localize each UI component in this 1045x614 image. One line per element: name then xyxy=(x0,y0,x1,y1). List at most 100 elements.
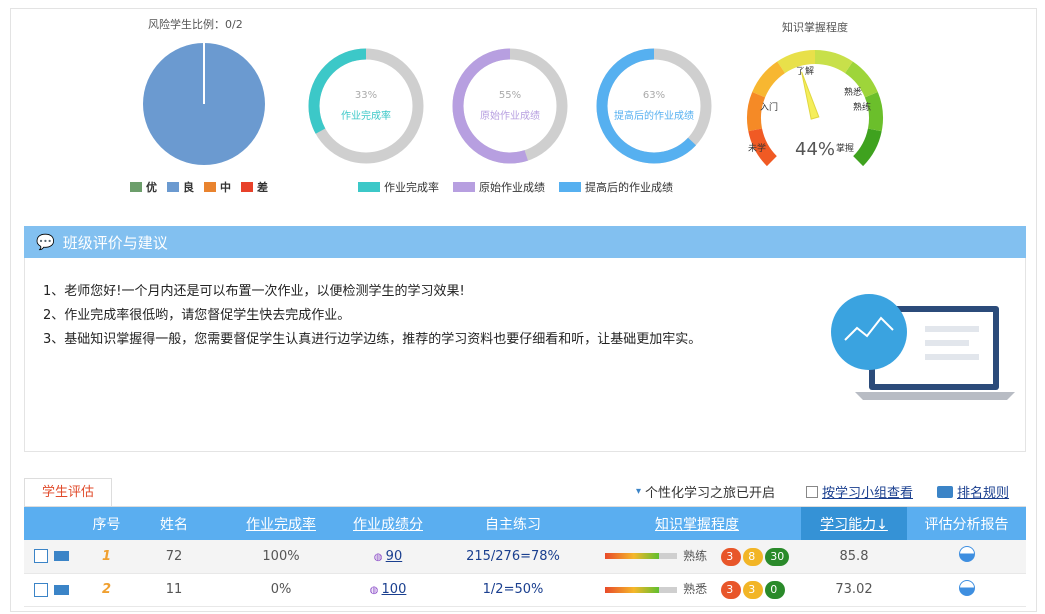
gauge-tick xyxy=(771,86,775,90)
practice-value: 215/276=78% xyxy=(433,540,593,574)
gauge-tick xyxy=(777,150,783,156)
gauge-tick xyxy=(766,138,770,141)
gauge-value: 44% xyxy=(795,139,835,160)
gauge-tick xyxy=(785,73,790,81)
col-name: 姓名 xyxy=(129,507,219,540)
donut-chart: 55% 原始作业成绩 xyxy=(452,48,568,164)
report-icon[interactable] xyxy=(958,579,975,596)
gauge-tick xyxy=(790,70,793,74)
row-checkbox[interactable] xyxy=(34,549,48,564)
col-report: 评估分析报告 xyxy=(907,507,1026,540)
gauge-tick xyxy=(765,97,773,101)
gauge-tick xyxy=(853,148,857,152)
gauge-tick xyxy=(775,81,779,85)
table-row: 1 72 100% ◍ 90 215/276=78% 熟练 3 8 30 85.8 xyxy=(24,540,1026,574)
gauge-tick xyxy=(780,77,783,81)
gauge-tick xyxy=(764,132,768,135)
ability-score: 73.02 xyxy=(801,573,907,607)
row-index: 1 xyxy=(101,548,112,564)
donut-percent: 63% xyxy=(643,90,665,101)
chart-icon: ◍ xyxy=(373,551,386,563)
report-icon[interactable] xyxy=(958,546,975,563)
gauge-tick xyxy=(862,132,866,135)
ability-score: 85.8 xyxy=(801,540,907,574)
group-checkbox[interactable] xyxy=(806,485,818,498)
gauge-tick xyxy=(851,81,855,85)
donut-label: 原始作业成绩 xyxy=(480,109,540,122)
risk-ratio-title: 风险学生比例：0/2 xyxy=(148,18,243,31)
row-index: 2 xyxy=(101,582,112,597)
badge-yellow: 3 xyxy=(743,581,764,599)
gauge-tick xyxy=(860,138,864,141)
advice-panel: 1、老师您好!一个月内还是可以布置一次作业，以便检测学生的学习效果! 2、作业完… xyxy=(24,258,1026,452)
gauge-label-l2: 入门 xyxy=(760,101,778,113)
donut-label: 提高后的作业成绩 xyxy=(614,109,694,122)
group-view-link[interactable]: 按学习小组查看 xyxy=(822,482,913,501)
gauge-tick xyxy=(802,66,804,70)
gauge-tick xyxy=(857,97,865,101)
col-ability[interactable]: 学习能力↓ xyxy=(801,507,907,540)
journey-text: 个性化学习之旅已开启 xyxy=(645,486,776,501)
student-name: 11 xyxy=(129,573,219,607)
mastery-gauge: 了解 入门 熟悉 熟练 未学 掌握 44% xyxy=(747,50,883,167)
laptop-illustration xyxy=(831,294,1015,400)
student-table: 序号 姓名 作业完成率 作业成绩分 自主练习 知识掌握程度 学习能力↓ 评估分析… xyxy=(24,507,1026,607)
gauge-title: 知识掌握程度 xyxy=(782,21,848,34)
gauge-tick xyxy=(860,126,868,129)
mastery-bar xyxy=(605,586,677,593)
advice-line: 3、基础知识掌握得一般，您需要督促学生认真进行边学边练，推荐的学习资料也要仔细看… xyxy=(43,332,702,347)
chat-icon: 💬 xyxy=(36,233,55,251)
badge-red: 3 xyxy=(721,547,742,566)
gauge-segment xyxy=(815,50,853,74)
mastery-bar xyxy=(605,553,677,560)
gauge-tick xyxy=(762,126,770,129)
gauge-label-l6: 掌握 xyxy=(836,142,854,154)
rank-rules-link[interactable]: 排名规则 xyxy=(957,482,1009,501)
tab-student-evaluation[interactable]: 学生评估 xyxy=(24,478,112,507)
section-header: 💬 班级评价与建议 xyxy=(24,226,1026,258)
gauge-tick xyxy=(847,77,850,81)
score-link[interactable]: 100 xyxy=(382,582,407,597)
gauge-label-l5: 熟练 xyxy=(853,101,871,113)
gauge-needle xyxy=(801,71,820,120)
rank-rules[interactable]: 排名规则 xyxy=(937,482,1009,501)
donut-label: 作业完成率 xyxy=(341,109,391,122)
donut-chart: 63% 提高后的作业成绩 xyxy=(596,48,712,164)
donut-percent: 55% xyxy=(499,90,521,101)
card-icon[interactable] xyxy=(54,584,69,595)
gauge-tick xyxy=(857,143,861,147)
col-completion[interactable]: 作业完成率 xyxy=(219,507,343,540)
donut-percent: 33% xyxy=(355,90,377,101)
risk-pie-chart xyxy=(143,43,265,165)
gauge-label-l3: 了解 xyxy=(796,65,814,77)
badge-yellow: 8 xyxy=(743,547,764,566)
col-mastery[interactable]: 知识掌握程度 xyxy=(593,507,801,540)
chart-icon: ◍ xyxy=(369,585,382,596)
advice-line: 1、老师您好!一个月内还是可以布置一次作业，以便检测学生的学习效果! xyxy=(43,284,465,299)
pin-icon: ▾ xyxy=(636,486,642,497)
completion-rate: 0% xyxy=(219,573,343,607)
table-row: 2 11 0% ◍ 100 1/2=50% 熟悉 330 73.02 xyxy=(24,573,1026,607)
gauge-segment xyxy=(752,61,785,98)
journey-status: ▾ 个性化学习之旅已开启 xyxy=(636,482,775,501)
rules-icon xyxy=(937,485,953,498)
mastery-level: 熟悉 xyxy=(683,582,708,596)
col-select xyxy=(24,507,84,540)
practice-value: 1/2=50% xyxy=(433,573,593,607)
gauge-segment xyxy=(853,128,882,167)
donut-chart: 33% 作业完成率 xyxy=(308,48,424,164)
score-link[interactable]: 90 xyxy=(386,549,403,564)
gauge-tick xyxy=(837,70,840,74)
student-name: 72 xyxy=(129,540,219,574)
col-score[interactable]: 作业成绩分 xyxy=(343,507,433,540)
badge-green: 0 xyxy=(765,581,786,599)
badge-red: 3 xyxy=(721,581,742,599)
group-view-toggle[interactable]: 按学习小组查看 xyxy=(806,482,913,501)
completion-rate: 100% xyxy=(219,540,343,574)
advice-line: 2、作业完成率很低哟，请您督促学生快去完成作业。 xyxy=(43,308,351,323)
risk-legend: 优 良 中 差 xyxy=(130,179,272,195)
col-practice: 自主练习 xyxy=(433,507,593,540)
card-icon[interactable] xyxy=(54,551,69,562)
gauge-tick xyxy=(769,143,773,147)
row-checkbox[interactable] xyxy=(34,582,48,597)
